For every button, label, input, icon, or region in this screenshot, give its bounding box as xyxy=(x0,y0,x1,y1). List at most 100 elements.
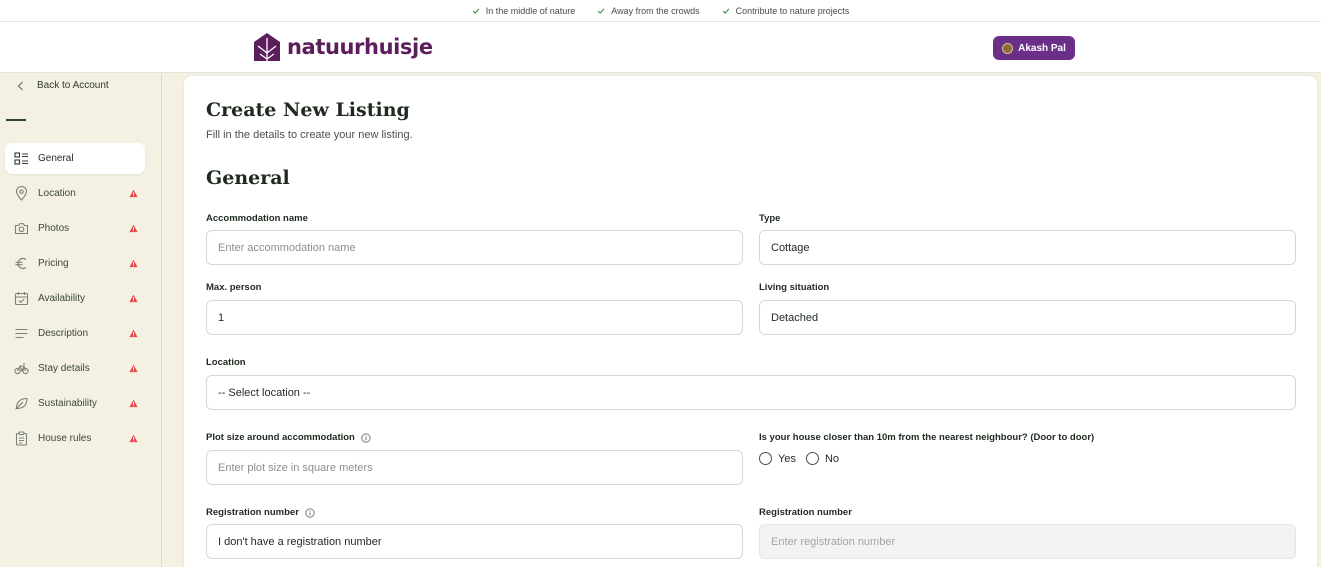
sidebar-item-label: Location xyxy=(38,188,76,199)
leaf-icon xyxy=(14,396,29,411)
logo[interactable]: natuurhuisje xyxy=(253,32,433,62)
max-person-label: Max. person xyxy=(206,282,261,293)
sidebar-item-label: Sustainability xyxy=(38,398,97,409)
avatar xyxy=(1002,42,1014,54)
camera-icon xyxy=(14,221,29,236)
usp-text: Contribute to nature projects xyxy=(735,5,850,16)
logo-text: natuurhuisje xyxy=(287,35,433,59)
usp-text: Away from the crowds xyxy=(611,5,700,16)
site-header: natuurhuisje Akash Pal xyxy=(0,22,1321,73)
warning-icon xyxy=(129,434,138,443)
check-icon xyxy=(598,8,605,14)
neighbour-radio-group: Yes No xyxy=(759,452,839,465)
warning-icon xyxy=(129,399,138,408)
info-icon[interactable] xyxy=(361,432,371,443)
warning-icon xyxy=(129,329,138,338)
check-icon xyxy=(722,8,729,14)
sidebar-item-availability[interactable]: Availability xyxy=(5,283,145,314)
accommodation-name-label: Accommodation name xyxy=(206,213,308,224)
sidebar-item-house-rules[interactable]: House rules xyxy=(5,423,145,454)
listing-form-card: Create New Listing Fill in the details t… xyxy=(184,76,1317,567)
select-value: I don't have a registration number xyxy=(218,535,382,548)
type-label: Type xyxy=(759,213,780,224)
registration-number-label: Registration number xyxy=(759,507,852,518)
euro-icon xyxy=(14,256,29,271)
warning-icon xyxy=(129,259,138,268)
plot-size-label: Plot size around accommodation xyxy=(206,432,371,443)
label-text: Max. person xyxy=(206,282,262,293)
radio-no[interactable]: No xyxy=(805,452,840,465)
sidebar-item-label: General xyxy=(38,153,74,164)
label-text: Type xyxy=(759,213,781,224)
radio-label: No xyxy=(824,452,840,465)
radio-yes[interactable]: Yes xyxy=(759,452,796,465)
radio-circle[interactable] xyxy=(805,452,819,465)
label-text: Living situation xyxy=(759,282,830,293)
label-text: Plot size around accommodation xyxy=(206,432,355,443)
living-situation-select[interactable]: Detached xyxy=(759,300,1296,335)
warning-icon xyxy=(129,294,138,303)
usp-item: In the middle of nature xyxy=(472,5,576,16)
sidebar-item-description[interactable]: Description xyxy=(5,318,145,349)
sidebar-item-label: Pricing xyxy=(38,258,69,269)
check-icon xyxy=(472,8,480,14)
select-value: Detached xyxy=(771,311,819,324)
location-label: Location xyxy=(206,357,246,368)
sidebar-item-label: Photos xyxy=(38,223,70,234)
sidebar-item-label: Stay details xyxy=(38,363,90,374)
sidebar-item-label: House rules xyxy=(38,433,92,444)
map-pin-icon xyxy=(14,186,29,201)
select-value: Cottage xyxy=(771,241,810,254)
usp-text: In the middle of nature xyxy=(485,5,576,16)
layout-list-icon xyxy=(14,151,29,166)
sidebar-item-location[interactable]: Location xyxy=(5,178,145,209)
text-lines-icon xyxy=(14,326,29,341)
logo-house-icon xyxy=(254,33,280,61)
radio-label: Yes xyxy=(778,452,796,465)
usp-item: Away from the crowds xyxy=(597,5,700,16)
info-icon[interactable] xyxy=(305,507,315,518)
user-menu-button[interactable]: Akash Pal xyxy=(993,36,1075,60)
type-select[interactable]: Cottage xyxy=(759,230,1296,265)
registration-choice-select[interactable]: I don't have a registration number xyxy=(206,524,743,559)
location-select[interactable]: -- Select location -- xyxy=(206,375,1296,410)
label-text: Registration number xyxy=(206,507,299,518)
radio-circle[interactable] xyxy=(759,452,772,465)
page-subtitle: Fill in the details to create your new l… xyxy=(206,129,413,141)
living-situation-label: Living situation xyxy=(759,282,829,293)
sidebar-item-label: Description xyxy=(38,328,89,339)
sidebar-item-sustainability[interactable]: Sustainability xyxy=(5,388,145,419)
back-to-account-link[interactable]: Back to Account xyxy=(16,80,109,91)
bicycle-icon xyxy=(14,361,29,376)
label-text: Accommodation name xyxy=(206,213,308,224)
sidebar: Back to Account General Location Photos … xyxy=(0,74,162,567)
label-text: Is your house closer than 10m from the n… xyxy=(759,432,1095,443)
warning-icon xyxy=(129,189,138,198)
sidebar-item-stay-details[interactable]: Stay details xyxy=(5,353,145,384)
label-text: Registration number xyxy=(759,507,852,518)
accommodation-name-input[interactable]: Enter accommodation name xyxy=(206,230,743,265)
sidebar-item-label: Availability xyxy=(38,293,86,304)
chevron-left-icon xyxy=(17,81,23,90)
registration-choice-label: Registration number xyxy=(206,507,315,518)
warning-icon xyxy=(129,364,138,373)
usp-bar: In the middle of nature Away from the cr… xyxy=(0,0,1321,22)
neighbour-question-label: Is your house closer than 10m from the n… xyxy=(759,432,1094,443)
sidebar-item-pricing[interactable]: Pricing xyxy=(5,248,145,279)
user-name: Akash Pal xyxy=(1018,42,1066,54)
back-label: Back to Account xyxy=(37,80,109,91)
calendar-check-icon xyxy=(14,291,29,306)
sidebar-item-photos[interactable]: Photos xyxy=(5,213,145,244)
plot-size-input[interactable]: Enter plot size in square meters xyxy=(206,450,743,485)
clipboard-list-icon xyxy=(14,431,29,446)
sidebar-divider xyxy=(6,119,26,121)
usp-item: Contribute to nature projects xyxy=(722,5,850,16)
select-value: -- Select location -- xyxy=(218,386,311,399)
section-title: General xyxy=(206,167,290,189)
max-person-input[interactable]: 1 xyxy=(206,300,743,335)
registration-number-input[interactable]: Enter registration number xyxy=(759,524,1296,559)
label-text: Location xyxy=(206,357,246,368)
sidebar-item-general[interactable]: General xyxy=(5,143,145,174)
placeholder-text: Enter registration number xyxy=(771,535,896,548)
placeholder-text: Enter plot size in square meters xyxy=(218,461,373,474)
